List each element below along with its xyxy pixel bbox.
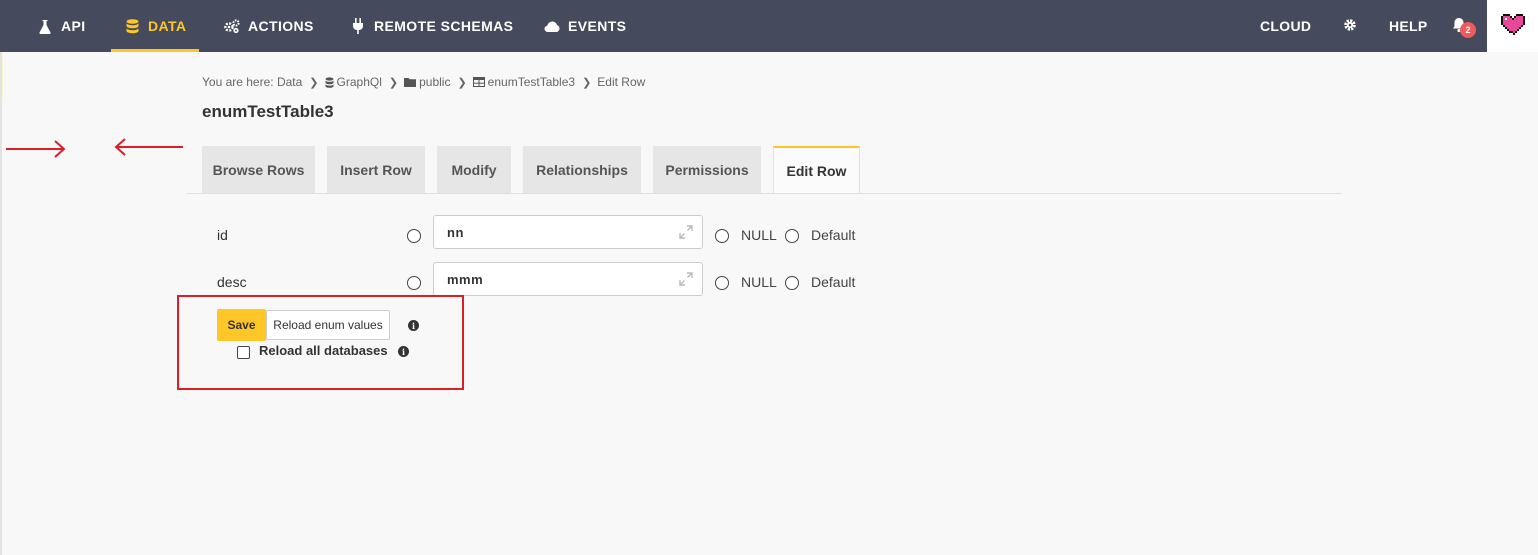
null-label-desc: NULL — [741, 274, 777, 290]
top-navbar: API DATA ACTIONS REMOTE SCHEMAS EVENTS C… — [0, 0, 1538, 52]
nav-actions[interactable]: ACTIONS — [224, 0, 314, 52]
tab-insert-row[interactable]: Insert Row — [327, 146, 425, 193]
chevron-right-icon: ❯ — [582, 76, 592, 89]
breadcrumb-source[interactable]: GraphQl — [325, 75, 382, 89]
expand-icon[interactable] — [679, 272, 693, 286]
tabs-divider — [187, 193, 1342, 194]
null-radio-desc[interactable] — [715, 276, 729, 290]
tab-modify[interactable]: Modify — [437, 146, 511, 193]
database-icon — [124, 18, 140, 34]
breadcrumb-schema-label: public — [419, 75, 451, 89]
chevron-right-icon: ❯ — [309, 76, 319, 89]
profile-button[interactable] — [1487, 0, 1538, 52]
chevron-right-icon: ❯ — [388, 76, 399, 89]
table-icon — [472, 77, 485, 87]
nav-actions-label: ACTIONS — [248, 18, 314, 34]
tab-edit-row[interactable]: Edit Row — [773, 146, 860, 194]
reload-enum-values-button[interactable]: Reload enum values — [266, 310, 390, 340]
cloud-icon — [544, 18, 560, 34]
default-label-id: Default — [811, 227, 856, 243]
tab-browse-rows[interactable]: Browse Rows — [202, 146, 315, 193]
annotation-arrow-left — [114, 138, 183, 156]
pixel-heart-icon — [1500, 13, 1526, 40]
chevron-right-icon: ❯ — [457, 76, 467, 89]
tab-permissions[interactable]: Permissions — [653, 146, 761, 193]
breadcrumb-data[interactable]: You are here: Data — [202, 75, 302, 89]
field-label-desc: desc — [217, 274, 247, 290]
breadcrumb-schema[interactable]: public — [404, 75, 450, 89]
default-label-desc: Default — [811, 274, 856, 290]
nav-remote-schemas[interactable]: REMOTE SCHEMAS — [350, 0, 513, 52]
null-radio-id[interactable] — [715, 229, 729, 243]
tab-relationships[interactable]: Relationships — [523, 146, 641, 193]
settings-button[interactable] — [1343, 0, 1357, 52]
nav-api-label: API — [61, 18, 86, 34]
value-radio-id[interactable] — [407, 229, 421, 243]
breadcrumb-table-label: enumTestTable3 — [487, 75, 576, 89]
value-input-id[interactable] — [433, 215, 703, 249]
value-input-desc[interactable] — [433, 262, 703, 296]
info-icon[interactable]: i — [408, 320, 419, 331]
breadcrumb: You are here: Data ❯ GraphQl ❯ public ❯ … — [202, 75, 645, 89]
nav-events-label: EVENTS — [568, 18, 627, 34]
breadcrumb-current: Edit Row — [597, 75, 646, 89]
info-icon[interactable]: i — [398, 346, 409, 357]
default-radio-id[interactable] — [785, 229, 799, 243]
save-button[interactable]: Save — [217, 309, 266, 341]
gear-icon — [1343, 18, 1357, 35]
nav-help[interactable]: HELP — [1389, 0, 1428, 52]
breadcrumb-source-label: GraphQl — [336, 75, 382, 89]
flask-icon — [37, 18, 53, 34]
notification-count-badge: 2 — [1460, 22, 1476, 38]
reload-all-databases-checkbox[interactable] — [237, 346, 250, 359]
null-label-id: NULL — [741, 227, 777, 243]
nav-api[interactable]: API — [37, 0, 86, 52]
nav-cloud-label: CLOUD — [1260, 18, 1312, 34]
left-edge-border — [0, 52, 2, 555]
nav-data-label: DATA — [148, 18, 187, 34]
nav-remote-schemas-label: REMOTE SCHEMAS — [374, 18, 514, 34]
value-radio-desc[interactable] — [407, 276, 421, 290]
annotation-arrow-right — [6, 140, 66, 158]
nav-cloud[interactable]: CLOUD — [1260, 0, 1311, 52]
default-radio-desc[interactable] — [785, 276, 799, 290]
nav-events[interactable]: EVENTS — [544, 0, 626, 52]
database-icon — [325, 76, 334, 88]
breadcrumb-table[interactable]: enumTestTable3 — [472, 75, 576, 89]
page-title: enumTestTable3 — [202, 102, 334, 121]
nav-data[interactable]: DATA — [111, 0, 200, 52]
reload-all-databases-label: Reload all databases — [259, 343, 388, 358]
cogs-icon — [224, 18, 240, 34]
plug-icon — [350, 18, 366, 34]
expand-icon[interactable] — [679, 225, 693, 239]
folder-icon — [404, 78, 417, 87]
field-label-id: id — [217, 227, 228, 243]
nav-help-label: HELP — [1389, 18, 1428, 34]
